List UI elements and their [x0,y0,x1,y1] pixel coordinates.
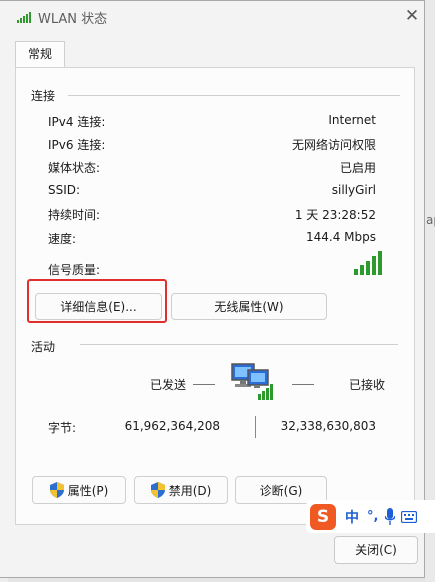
received-connector-line [292,384,314,385]
wifi-signal-icon [17,12,31,23]
bytes-sent-value: 61,962,364,208 [124,419,220,433]
bytes-received-value: 32,338,630,803 [280,419,376,433]
wlan-status-dialog: WLAN 状态 ✕ 常规 连接 IPv4 连接: Internet IPv6 连… [0,0,425,578]
disable-label: 禁用(D) [168,483,212,498]
ssid-label: SSID: [48,183,81,197]
connection-header: 连接 [31,89,56,103]
properties-label: 属性(P) [67,483,109,498]
media-state-label: 媒体状态: [48,161,101,175]
speed-value: 144.4 Mbps [305,230,376,244]
ime-punctuation-toggle[interactable]: °, [367,509,378,524]
window-title: WLAN 状态 [38,12,108,27]
sogou-logo-icon[interactable]: S [310,503,336,530]
title-bar[interactable]: WLAN 状态 ✕ [0,1,424,33]
keyboard-icon[interactable] [401,510,418,523]
signal-strength-icon [354,251,382,275]
sent-connector-line [193,384,215,385]
ipv4-label: IPv4 连接: [48,115,106,129]
activity-header: 活动 [31,340,56,354]
bytes-separator [255,416,256,438]
ime-mode-toggle[interactable]: 中 [345,507,359,527]
divider [68,95,400,96]
microphone-icon[interactable] [385,507,396,526]
bytes-label: 字节: [48,421,77,435]
network-computers-icon [231,363,273,400]
properties-button[interactable]: 属性(P) [32,476,126,504]
background-window-right [425,0,435,582]
signal-quality-label: 信号质量: [48,263,101,277]
background-text-fragment: ap [426,213,435,227]
duration-label: 持续时间: [48,208,101,222]
sent-label: 已发送 [150,378,187,392]
close-button[interactable]: 关闭(C) [334,536,418,564]
ipv4-value: Internet [328,113,376,127]
shield-icon [49,482,64,498]
wireless-properties-button[interactable]: 无线属性(W) [171,293,327,320]
ipv6-value: 无网络访问权限 [291,138,376,152]
media-state-value: 已启用 [339,161,376,175]
disable-button[interactable]: 禁用(D) [134,476,228,504]
duration-value: 1 天 23:28:52 [294,208,376,222]
received-label: 已接收 [349,378,386,392]
highlight-annotation [27,279,167,323]
divider [80,344,398,345]
ime-toolbar[interactable]: S 中 °, [306,500,435,533]
tab-general[interactable]: 常规 [15,41,65,68]
close-icon[interactable]: ✕ [400,4,424,28]
ipv6-label: IPv6 连接: [48,138,106,152]
speed-label: 速度: [48,232,77,246]
ssid-value: sillyGirl [331,183,376,197]
shield-icon [150,482,165,498]
